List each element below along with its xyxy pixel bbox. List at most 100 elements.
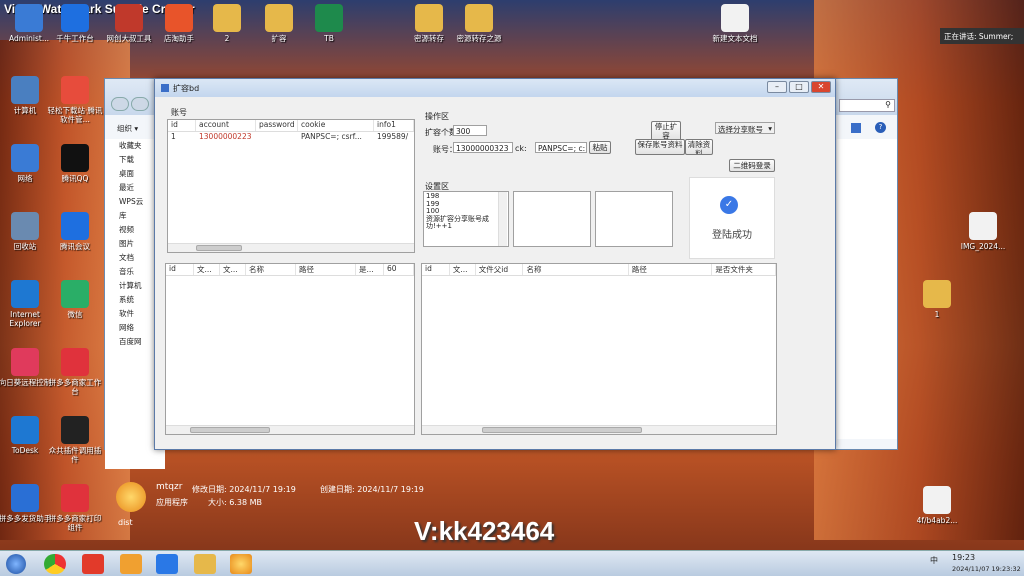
meeting-icon[interactable] (156, 554, 178, 574)
speaking-notice: 正在讲话: Summer; (940, 28, 1024, 44)
paste-button[interactable]: 粘贴 (589, 141, 611, 154)
column-header[interactable]: 文... (194, 264, 220, 275)
desktop-shortcut[interactable]: 1 (908, 280, 966, 319)
desktop-shortcut[interactable]: 新建文本文档 (706, 4, 764, 43)
column-header[interactable]: id (422, 264, 450, 275)
view-icon[interactable] (851, 123, 861, 133)
column-header[interactable]: 文... (220, 264, 246, 275)
app-titlebar: 扩容bd (155, 79, 835, 97)
column-header[interactable]: 60 (384, 264, 414, 275)
desktop-shortcut-label: 拼多多商家工作台 (48, 378, 102, 396)
desktop-shortcut[interactable]: IMG_2024... (954, 212, 1012, 251)
app-title-icon (161, 84, 169, 92)
account-input[interactable]: 13000000323 (453, 142, 513, 153)
stop-expand-button[interactable]: 停止扩容 (651, 121, 681, 141)
desktop-shortcut[interactable]: 腾讯会议 (46, 212, 104, 251)
column-header[interactable]: 文... (450, 264, 476, 275)
column-header[interactable]: account (196, 120, 256, 131)
column-header[interactable]: 是否文件夹 (712, 264, 777, 275)
share-select-value: 选择分享账号 (718, 125, 763, 134)
taskbar: 中 19:23 2024/11/07 19:23:32 (0, 550, 1024, 576)
log-line: 功!++1 (426, 222, 452, 230)
desktop-shortcut-label: 密源转存之源 (456, 34, 502, 43)
desktop-shortcut-label: 腾讯QQ (61, 174, 89, 183)
ck-input[interactable]: PANPSC=; c: (535, 142, 587, 153)
column-header[interactable]: id (166, 264, 194, 275)
desktop-shortcut[interactable]: 微信 (46, 280, 104, 319)
desktop-shortcut[interactable]: 千牛工作台 (46, 4, 104, 43)
forward-button[interactable] (131, 97, 149, 111)
column-header[interactable]: 是... (356, 264, 384, 275)
chevron-down-icon: ▾ (768, 124, 772, 133)
qr-login-button[interactable]: 二维码登录 (729, 159, 775, 172)
organize-button[interactable]: 组织 ▾ (117, 123, 138, 134)
desktop-shortcut[interactable]: 2 (198, 4, 256, 43)
table-cell (256, 132, 298, 144)
explorer-icon[interactable] (194, 554, 216, 574)
wps-icon[interactable] (82, 554, 104, 574)
shop-icon (165, 4, 193, 32)
chrome-icon[interactable] (44, 554, 66, 574)
user-icon (15, 4, 43, 32)
column-header[interactable]: 名称 (246, 264, 296, 275)
account-section-label: 账号 (171, 108, 187, 117)
table-cell: 1 (171, 132, 176, 141)
right-file-hscroll[interactable] (422, 425, 776, 434)
minimize-button[interactable]: – (767, 81, 787, 93)
log-vscroll[interactable] (498, 192, 507, 246)
desktop-shortcut-label: 1 (934, 310, 940, 319)
left-file-table-header: id 文... 文... 名称 路径 是... 60 (166, 264, 414, 276)
file-size: 大小: 6.38 MB (208, 498, 262, 507)
colorful-icon (61, 76, 89, 104)
left-file-hscroll[interactable] (166, 425, 414, 434)
explorer-file-area (837, 139, 897, 439)
column-header[interactable]: 文件父id (476, 264, 524, 275)
help-icon[interactable]: ? (875, 122, 886, 133)
column-header[interactable]: 路径 (629, 264, 713, 275)
back-button[interactable] (111, 97, 129, 111)
desktop-shortcut[interactable]: 拼多多商家打印组件 (46, 484, 104, 532)
desktop-shortcut-label: 4f/b4ab2... (916, 516, 958, 525)
desktop-shortcut[interactable]: 轻松下载站·腾讯软件管... (46, 76, 104, 124)
taskbar-app-icon[interactable] (120, 554, 142, 574)
excel-icon (315, 4, 343, 32)
clock-date[interactable]: 2024/11/07 19:23:32 (952, 565, 1021, 573)
mtqzr-icon[interactable] (230, 554, 252, 574)
column-header[interactable]: cookie (298, 120, 374, 131)
close-button[interactable]: ✕ (811, 81, 831, 93)
clear-button[interactable]: 清除资料 (685, 139, 713, 155)
explorer-search-input[interactable]: ⚲ (839, 99, 895, 112)
desktop-shortcut[interactable]: 密源转存之源 (450, 4, 508, 43)
column-header[interactable]: 路径 (296, 264, 356, 275)
expand-count-input[interactable]: 300 (453, 125, 487, 136)
right-file-table[interactable]: id 文... 文件父id 名称 路径 是否文件夹 (421, 263, 777, 435)
column-header[interactable]: password (256, 120, 298, 131)
desktop-shortcut-label: 众共插件调用插件 (48, 446, 102, 464)
settings-textarea-3[interactable] (595, 191, 673, 247)
start-button[interactable] (6, 554, 26, 574)
account-hscroll[interactable] (168, 243, 414, 252)
desktop-shortcut[interactable]: 拼多多商家工作台 (46, 348, 104, 396)
table-row[interactable]: 1 13000000223 PANPSC=; csrf... 199589/ (168, 132, 414, 144)
log-textarea[interactable]: 198 199 100 资源扩容分享账号成 功!++1 (423, 191, 509, 247)
table-cell: 199589/ (377, 132, 409, 141)
desktop-shortcut[interactable]: 4f/b4ab2... (908, 486, 966, 525)
clock-time[interactable]: 19:23 (952, 553, 975, 562)
desktop-shortcut-label: 千牛工作台 (56, 34, 94, 43)
share-account-select[interactable]: 选择分享账号 ▾ (715, 122, 775, 134)
account-table[interactable]: id account password cookie info1 1 1300000022… (167, 119, 415, 253)
maximize-button[interactable]: □ (789, 81, 809, 93)
desktop-shortcut[interactable]: 腾讯QQ (46, 144, 104, 183)
column-header[interactable]: id (168, 120, 196, 131)
column-header[interactable]: 名称 (523, 264, 629, 275)
ck-label: ck: (515, 144, 527, 153)
save-account-button[interactable]: 保存账号资料 (635, 139, 685, 155)
settings-textarea-2[interactable] (513, 191, 591, 247)
image-icon (969, 212, 997, 240)
ime-indicator[interactable]: 中 (930, 555, 938, 566)
desktop-shortcut[interactable]: TB (300, 4, 358, 43)
left-file-table[interactable]: id 文... 文... 名称 路径 是... 60 (165, 263, 415, 435)
qq-icon (61, 144, 89, 172)
column-header[interactable]: info1 (374, 120, 414, 131)
desktop-shortcut[interactable]: 众共插件调用插件 (46, 416, 104, 464)
